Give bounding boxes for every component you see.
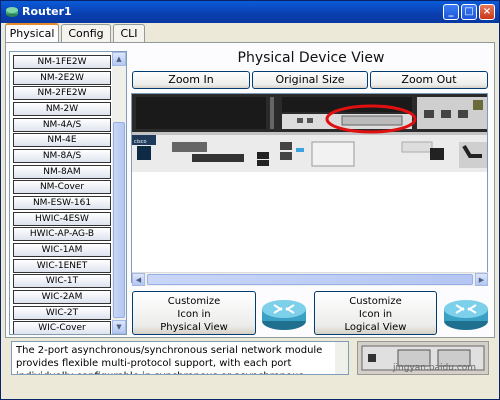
title-bar[interactable]: Router1 _ □ × (1, 1, 499, 23)
router-app-icon (6, 7, 18, 17)
scroll-thumb[interactable] (113, 122, 125, 318)
module-item[interactable]: HWIC-AP-AG-B (13, 227, 111, 241)
physical-view-title: Physical Device View (237, 50, 385, 66)
router-chassis-image: cisco (132, 94, 487, 271)
zoom-in-button[interactable]: Zoom In (132, 71, 250, 89)
customize-label-line: Logical View (344, 322, 407, 333)
zoom-out-button[interactable]: Zoom Out (370, 71, 488, 89)
module-item[interactable]: WIC-2AM (13, 290, 111, 304)
hscroll-thumb[interactable] (147, 274, 473, 285)
module-item[interactable]: NM-2W (13, 102, 111, 116)
module-item[interactable]: NM-ESW-161 (13, 196, 111, 210)
router1-window: Router1 _ □ × Physical Config CLI NM-1FE… (0, 0, 500, 400)
device-view[interactable]: cisco (131, 93, 488, 283)
scroll-down-icon[interactable]: ▼ (112, 320, 126, 334)
customize-label-line: Physical View (160, 322, 228, 333)
customize-label-line: Customize (349, 296, 402, 307)
original-size-button[interactable]: Original Size (252, 71, 368, 89)
router-icon (444, 300, 488, 330)
modules-list[interactable]: NM-1FE2W NM-2E2W NM-2FE2W NM-2W NM-4A/S … (9, 51, 127, 335)
module-item[interactable]: WIC-1ENET (13, 259, 111, 273)
watermark: jingyan.baidu.com (393, 363, 477, 373)
customize-label-line: Customize (167, 296, 221, 307)
router-icon (262, 300, 306, 330)
module-item[interactable]: NM-2E2W (13, 71, 111, 85)
scroll-left-icon[interactable]: ◀ (132, 273, 145, 286)
tab-config[interactable]: Config (61, 24, 111, 42)
description-scrollbar[interactable] (335, 342, 348, 374)
module-item[interactable]: WIC-1T (13, 274, 111, 288)
module-item[interactable]: HWIC-4ESW (13, 212, 111, 226)
module-item[interactable]: NM-4A/S (13, 118, 111, 132)
scroll-up-icon[interactable]: ▲ (112, 52, 126, 66)
module-item[interactable]: WIC-Cover (13, 321, 111, 334)
module-item[interactable]: NM-Cover (13, 180, 111, 194)
module-item[interactable]: NM-8A/S (13, 149, 111, 163)
module-item[interactable]: NM-2FE2W (13, 86, 111, 100)
scroll-right-icon[interactable]: ▶ (475, 273, 488, 286)
module-item[interactable]: NM-1FE2W (13, 55, 111, 69)
customize-logical-view-button[interactable]: Customize Icon in Logical View (314, 291, 437, 335)
customize-physical-view-button[interactable]: Customize Icon in Physical View (132, 291, 256, 335)
description-text: The 2-port asynchronous/synchronous seri… (16, 345, 323, 374)
close-button[interactable]: × (479, 4, 495, 20)
module-item[interactable]: NM-4E (13, 133, 111, 147)
tab-cli[interactable]: CLI (113, 24, 145, 42)
modules-scrollbar[interactable]: ▲ ▼ (112, 52, 126, 334)
window-title: Router1 (22, 5, 72, 18)
svg-text:cisco: cisco (134, 139, 147, 145)
module-item[interactable]: NM-8AM (13, 165, 111, 179)
module-item[interactable]: WIC-1AM (13, 243, 111, 257)
maximize-button[interactable]: □ (461, 4, 477, 20)
customize-label-line: Icon in (177, 309, 211, 320)
customize-label-line: Icon in (358, 309, 393, 320)
device-view-hscroll[interactable]: ◀ ▶ (132, 272, 488, 286)
module-item[interactable]: WIC-2T (13, 306, 111, 320)
minimize-button[interactable]: _ (443, 4, 459, 20)
tab-physical[interactable]: Physical (5, 23, 59, 43)
module-description[interactable]: The 2-port asynchronous/synchronous seri… (11, 341, 349, 375)
